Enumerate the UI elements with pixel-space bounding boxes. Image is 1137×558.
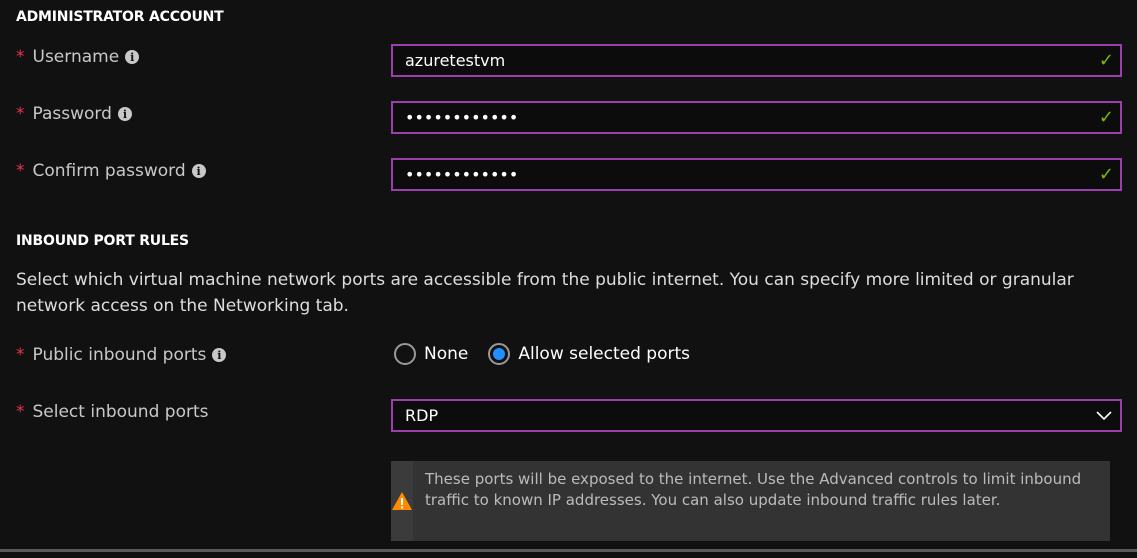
check-icon: ✓	[1098, 50, 1114, 71]
check-icon: ✓	[1098, 164, 1114, 185]
password-label: * Password i	[16, 104, 132, 124]
warning-text: These ports will be exposed to the inter…	[425, 470, 1082, 509]
public-inbound-ports-radio-group: None Allow selected ports	[394, 343, 690, 365]
password-input[interactable]: •••••••••••• ✓	[391, 101, 1122, 134]
radio-allow-selected-ports[interactable]: Allow selected ports	[488, 343, 690, 365]
radio-none[interactable]: None	[394, 343, 468, 365]
select-inbound-ports-label-text: Select inbound ports	[32, 402, 209, 422]
username-label-text: Username	[32, 47, 120, 67]
select-inbound-ports-dropdown[interactable]: RDP	[391, 399, 1122, 432]
warning-icon	[391, 461, 413, 541]
inbound-section-title: INBOUND PORT RULES	[16, 233, 189, 249]
public-inbound-ports-label: * Public inbound ports i	[16, 345, 227, 365]
admin-section-title: ADMINISTRATOR ACCOUNT	[16, 9, 224, 25]
username-input[interactable]: azuretestvm ✓	[391, 44, 1122, 77]
confirm-password-value: ••••••••••••	[405, 165, 519, 184]
username-label: * Username i	[16, 47, 140, 67]
confirm-password-input[interactable]: •••••••••••• ✓	[391, 158, 1122, 191]
inbound-description: Select which virtual machine network por…	[16, 270, 1074, 316]
radio-none-label: None	[424, 344, 469, 364]
check-icon: ✓	[1098, 107, 1114, 128]
radio-allow-label: Allow selected ports	[518, 344, 691, 364]
required-marker: *	[16, 47, 25, 67]
select-inbound-ports-label: * Select inbound ports	[16, 402, 209, 422]
required-marker: *	[16, 104, 25, 124]
public-inbound-ports-label-text: Public inbound ports	[32, 345, 207, 365]
confirm-password-label-text: Confirm password	[32, 161, 186, 181]
chevron-down-icon	[1096, 406, 1112, 425]
dropdown-value: RDP	[405, 406, 439, 425]
confirm-password-label: * Confirm password i	[16, 161, 206, 181]
required-marker: *	[16, 345, 25, 365]
info-icon[interactable]: i	[117, 107, 132, 121]
username-value: azuretestvm	[405, 51, 506, 70]
password-value: ••••••••••••	[405, 108, 519, 127]
warning-message: These ports will be exposed to the inter…	[391, 461, 1110, 541]
info-icon[interactable]: i	[191, 164, 206, 178]
password-label-text: Password	[32, 104, 112, 124]
radio-button[interactable]	[394, 343, 416, 365]
info-icon[interactable]: i	[125, 50, 140, 64]
required-marker: *	[16, 161, 25, 181]
radio-button[interactable]	[488, 343, 511, 365]
info-icon[interactable]: i	[212, 348, 227, 362]
divider	[0, 549, 1137, 552]
required-marker: *	[16, 402, 25, 422]
